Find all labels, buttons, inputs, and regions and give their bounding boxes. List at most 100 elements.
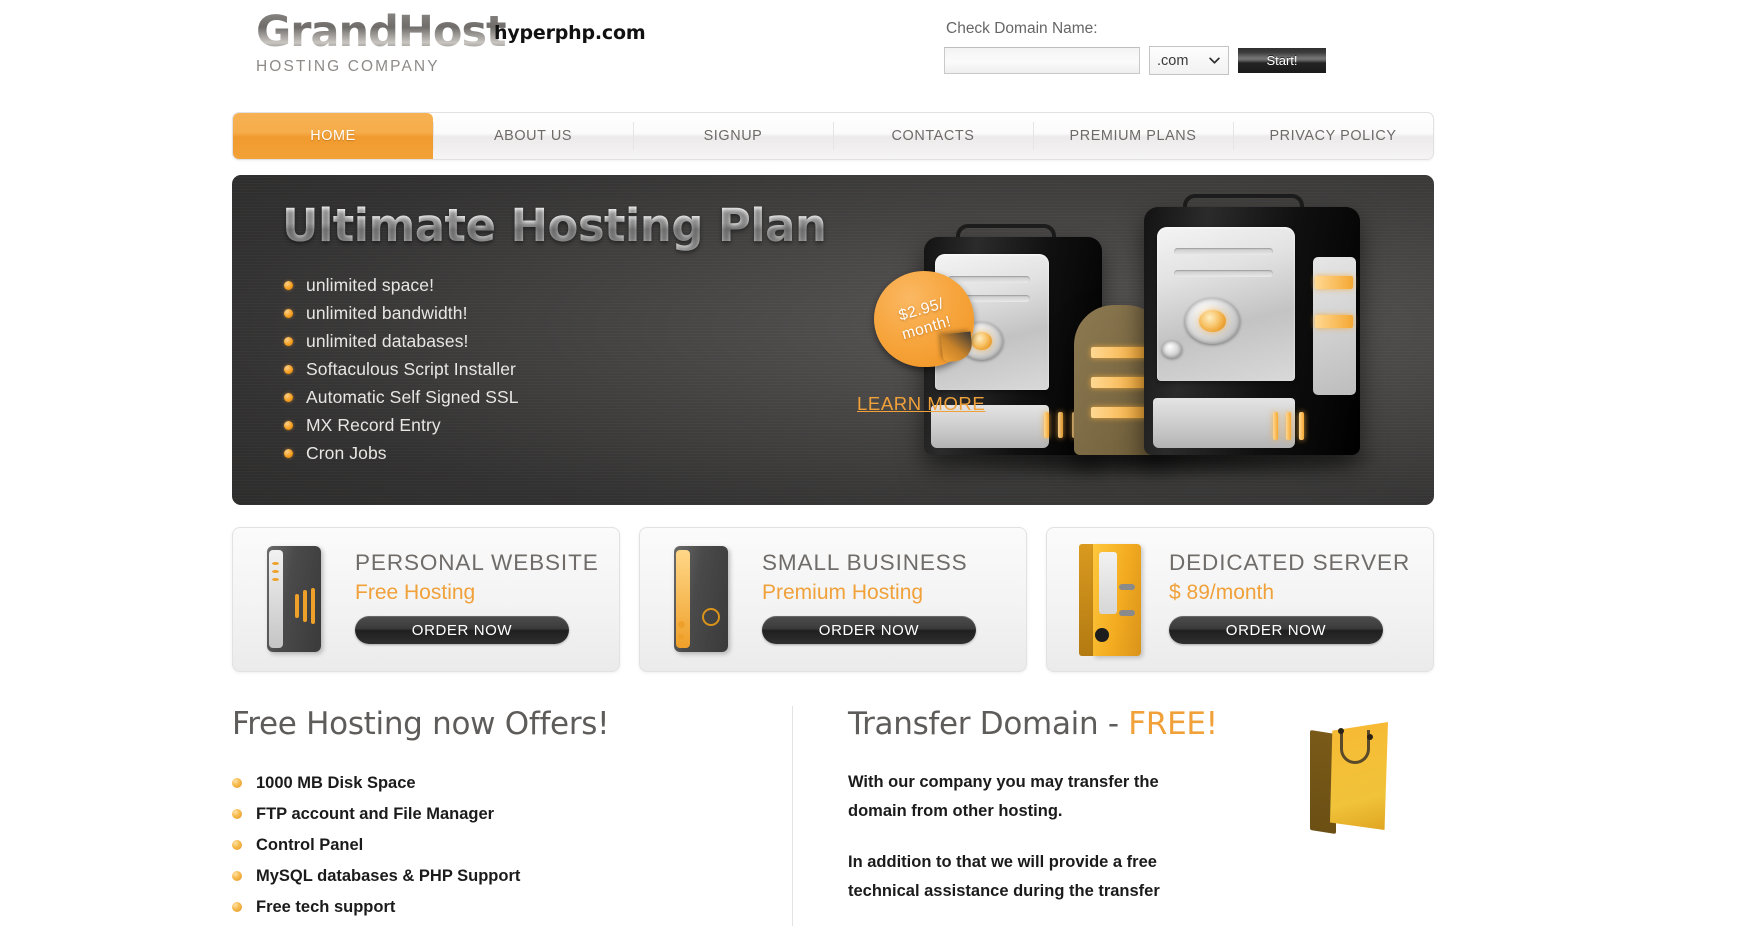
nav-item-privacy-policy[interactable]: PRIVACY POLICY (1233, 113, 1433, 159)
hero-feature-item: unlimited bandwidth! (284, 299, 519, 327)
bag-knot (1338, 728, 1344, 734)
hero-title: Ultimate Hosting Plan (282, 199, 827, 252)
domain-check-row: .com Start! (944, 46, 1414, 75)
server-vent-led (1090, 407, 1148, 418)
site-header: GrandHost HOSTING COMPANY hyperphp.com C… (232, 0, 1434, 112)
server-slot (1173, 248, 1274, 256)
server-tower-icon (253, 540, 341, 660)
hero-feature-label: unlimited bandwidth! (306, 302, 468, 323)
tower-body (674, 546, 728, 652)
folder-clip (1119, 610, 1135, 616)
domain-start-button[interactable]: Start! (1238, 48, 1326, 73)
hero-feature-list: unlimited space! unlimited bandwidth! un… (284, 271, 519, 467)
hero-feature-label: unlimited databases! (306, 330, 469, 351)
main-navigation: HOME ABOUT US SIGNUP CONTACTS PREMIUM PL… (232, 112, 1434, 160)
order-now-button[interactable]: ORDER NOW (762, 616, 976, 644)
server-led (1057, 411, 1063, 438)
card-title: DEDICATED SERVER (1169, 550, 1411, 575)
server-led (1272, 412, 1278, 441)
card-subtitle: Free Hosting (355, 581, 476, 604)
binder-folder-icon (1067, 540, 1155, 660)
site-domain-label: hyperphp.com (494, 22, 646, 44)
order-now-button[interactable]: ORDER NOW (355, 616, 569, 644)
plan-card-small-business[interactable]: SMALL BUSINESS Premium Hosting ORDER NOW (639, 527, 1027, 672)
list-item: MySQL databases & PHP Support (232, 861, 758, 891)
shopping-bag-icon (1306, 722, 1392, 835)
logo-wordmark: GrandHost (256, 7, 507, 57)
hero-feature-label: Automatic Self Signed SSL (306, 386, 519, 407)
server-vent-led (1090, 347, 1148, 358)
transfer-title-main: Transfer Domain - (848, 706, 1129, 742)
plan-card-personal-website[interactable]: PERSONAL WEBSITE Free Hosting ORDER NOW (232, 527, 620, 672)
card-subtitle: Premium Hosting (762, 581, 924, 604)
offer-label: FTP account and File Manager (256, 804, 495, 823)
nav-item-home[interactable]: HOME (233, 113, 433, 159)
bullet-dot-icon (232, 778, 242, 788)
server-side-panel (1312, 256, 1356, 396)
sticker-text: $2.95/ month! (863, 259, 986, 379)
hero-banner: Ultimate Hosting Plan unlimited space! u… (232, 175, 1434, 505)
offer-label: Control Panel (256, 835, 364, 854)
folder-ring (1095, 628, 1109, 642)
transfer-section: Transfer Domain - FREE! With our company… (792, 706, 1434, 926)
logo-tagline: HOSTING COMPANY (256, 58, 440, 75)
folder-label (1099, 552, 1117, 614)
hero-feature-label: unlimited space! (306, 274, 435, 295)
bag-handle (1340, 730, 1370, 764)
tld-select-value: .com (1157, 52, 1189, 69)
plan-card-dedicated-server[interactable]: DEDICATED SERVER $ 89/month ORDER NOW (1046, 527, 1434, 672)
tower-led (678, 621, 685, 628)
server-front-panel (1156, 226, 1296, 381)
transfer-paragraph-1: With our company you may transfer the do… (848, 773, 1159, 820)
transfer-title-accent: FREE! (1128, 706, 1218, 742)
tower-signal-waves (295, 588, 317, 624)
domain-name-input[interactable] (944, 47, 1140, 74)
site-logo[interactable]: GrandHost HOSTING COMPANY (256, 7, 507, 76)
bullet-dot-icon (284, 448, 293, 458)
order-now-button[interactable]: ORDER NOW (1169, 616, 1383, 644)
hero-feature-item: Automatic Self Signed SSL (284, 383, 519, 411)
tower-led (272, 578, 279, 581)
offers-section: Free Hosting now Offers! 1000 MB Disk Sp… (232, 706, 792, 926)
list-item: Control Panel (232, 830, 758, 860)
offers-title: Free Hosting now Offers! (232, 706, 610, 742)
tld-select[interactable]: .com (1149, 46, 1229, 75)
bullet-dot-icon (284, 280, 293, 290)
server-led (1043, 411, 1049, 438)
hero-feature-item: Cron Jobs (284, 439, 519, 467)
server-tower-amber-icon (660, 540, 748, 660)
hero-feature-label: Cron Jobs (306, 442, 387, 463)
bullet-dot-icon (232, 871, 242, 881)
tower-led (272, 570, 279, 573)
folder-clip (1119, 584, 1135, 590)
bullet-dot-icon (232, 809, 242, 819)
tower-led (272, 562, 279, 565)
learn-more-link[interactable]: LEARN MORE (857, 393, 985, 415)
content-wrapper: GrandHost HOSTING COMPANY hyperphp.com C… (232, 0, 1434, 926)
card-subtitle: $ 89/month (1169, 581, 1275, 604)
card-text-block: SMALL BUSINESS Premium Hosting ORDER NOW (762, 550, 1010, 644)
bottom-sections: Free Hosting now Offers! 1000 MB Disk Sp… (232, 706, 1434, 926)
server-power-dial (1184, 297, 1240, 344)
page-root: GrandHost HOSTING COMPANY hyperphp.com C… (0, 0, 1750, 926)
nav-item-about-us[interactable]: ABOUT US (433, 113, 633, 159)
card-title: PERSONAL WEBSITE (355, 550, 599, 575)
domain-check-label: Check Domain Name: (946, 20, 1098, 37)
offer-label: 1000 MB Disk Space (256, 773, 416, 792)
plan-card-list: PERSONAL WEBSITE Free Hosting ORDER NOW … (232, 527, 1434, 672)
server-side-led (1315, 314, 1354, 328)
bullet-dot-icon (284, 420, 293, 430)
server-unit-right (1144, 194, 1360, 455)
tower-emblem (702, 608, 720, 626)
nav-item-premium-plans[interactable]: PREMIUM PLANS (1033, 113, 1233, 159)
server-vent-led (1090, 377, 1148, 388)
list-item: FTP account and File Manager (232, 799, 758, 829)
tower-body (267, 546, 321, 652)
nav-item-contacts[interactable]: CONTACTS (833, 113, 1033, 159)
nav-item-signup[interactable]: SIGNUP (633, 113, 833, 159)
hero-feature-item: Softaculous Script Installer (284, 355, 519, 383)
transfer-paragraph-2: In addition to that we will provide a fr… (848, 853, 1160, 900)
offers-feature-list: 1000 MB Disk Space FTP account and File … (232, 768, 758, 922)
hero-feature-item: MX Record Entry (284, 411, 519, 439)
card-text-block: PERSONAL WEBSITE Free Hosting ORDER NOW (355, 550, 603, 644)
